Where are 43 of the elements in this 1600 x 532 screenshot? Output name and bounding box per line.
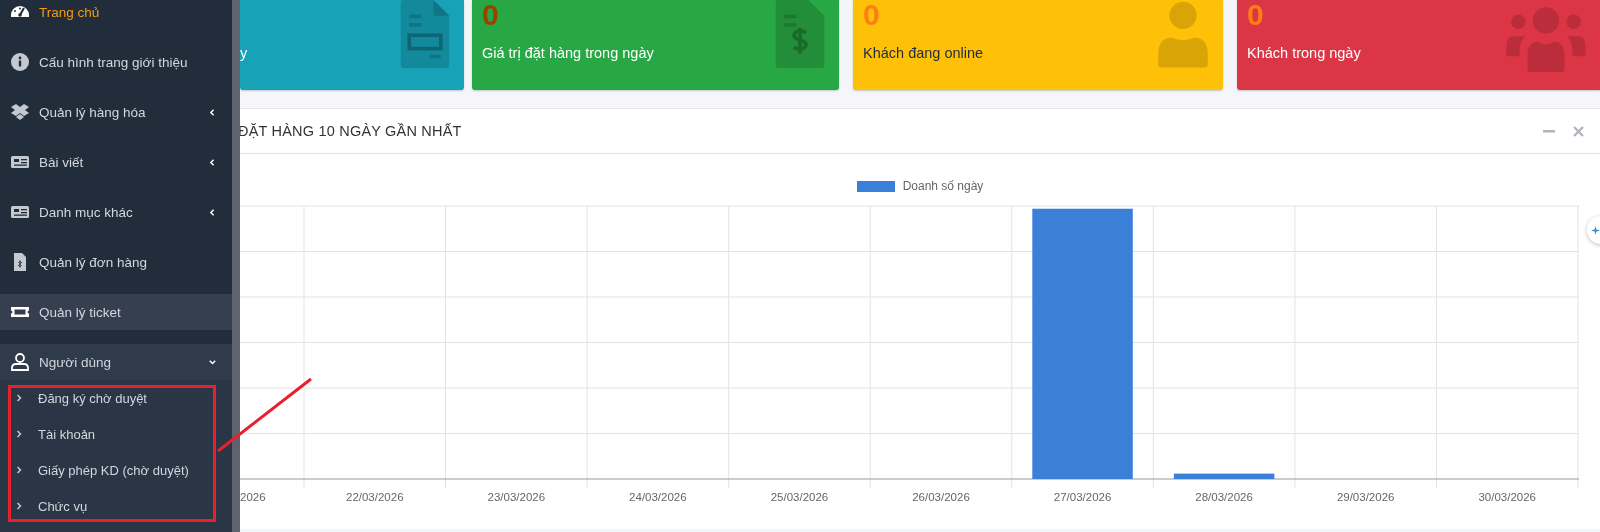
- submenu-item[interactable]: Đăng ký chờ duyệt: [0, 380, 232, 416]
- axis-label: 25/03/2026: [770, 491, 829, 503]
- user-icon: [1157, 0, 1209, 68]
- users-icon: [1506, 6, 1586, 72]
- menu-item[interactable]: Danh mục khác: [0, 194, 232, 230]
- axis-label: 24/03/2026: [629, 491, 687, 503]
- stat-value: 0: [1247, 0, 1265, 30]
- stat-label: Giá trị đặt hàng trong ngày: [482, 45, 654, 61]
- chevron-icon: [14, 393, 24, 403]
- chevron-icon: [14, 429, 24, 439]
- chevron-icon: [14, 465, 24, 475]
- menu-item[interactable]: Người dùng: [0, 344, 232, 380]
- axis-label: 23/03/2026: [487, 491, 546, 503]
- stat-value: 0: [863, 0, 881, 30]
- submenu-item[interactable]: Tài khoản: [0, 416, 232, 452]
- stat-value: 0: [482, 0, 500, 30]
- menu-item[interactable]: Cấu hình trang giới thiệu: [0, 44, 232, 80]
- submenu-item[interactable]: Giấy phép KD (chờ duyệt): [0, 452, 232, 488]
- document-icon: [400, 0, 450, 68]
- menu-item[interactable]: Trang chủ: [0, 0, 232, 30]
- stat-label: y: [240, 45, 248, 61]
- dollar-document-icon: [775, 0, 825, 68]
- legend-label: Doanh số ngày: [902, 179, 984, 193]
- close-icon[interactable]: [1573, 125, 1584, 137]
- sparkle-icon: [1591, 225, 1600, 235]
- axis-label: 29/03/2026: [1336, 491, 1395, 503]
- axis-label: 26/03/2026: [912, 491, 970, 503]
- menu-item[interactable]: Quản lý hàng hóa: [0, 94, 232, 130]
- user-icon: [10, 352, 30, 372]
- menu-item[interactable]: Quản lý ticket: [0, 294, 232, 330]
- menu-item[interactable]: Bài viết: [0, 144, 232, 180]
- axis-label: 27/03/2026: [1053, 491, 1112, 503]
- info-icon: [10, 52, 30, 72]
- stat-label: Khách đang online: [863, 45, 984, 61]
- axis-label: 22/03/2026: [346, 491, 404, 503]
- menu-item[interactable]: Quản lý đơn hàng: [0, 244, 232, 280]
- axis-label: 28/03/2026: [1195, 491, 1253, 503]
- chevron-icon: [14, 501, 24, 511]
- axis-label: 2026: [240, 491, 266, 503]
- boxes-icon: [10, 102, 30, 122]
- axis-label: 30/03/2026: [1478, 491, 1536, 503]
- submenu-item[interactable]: Chức vụ: [0, 488, 232, 524]
- stat-label: Khách trong ngày: [1247, 45, 1361, 61]
